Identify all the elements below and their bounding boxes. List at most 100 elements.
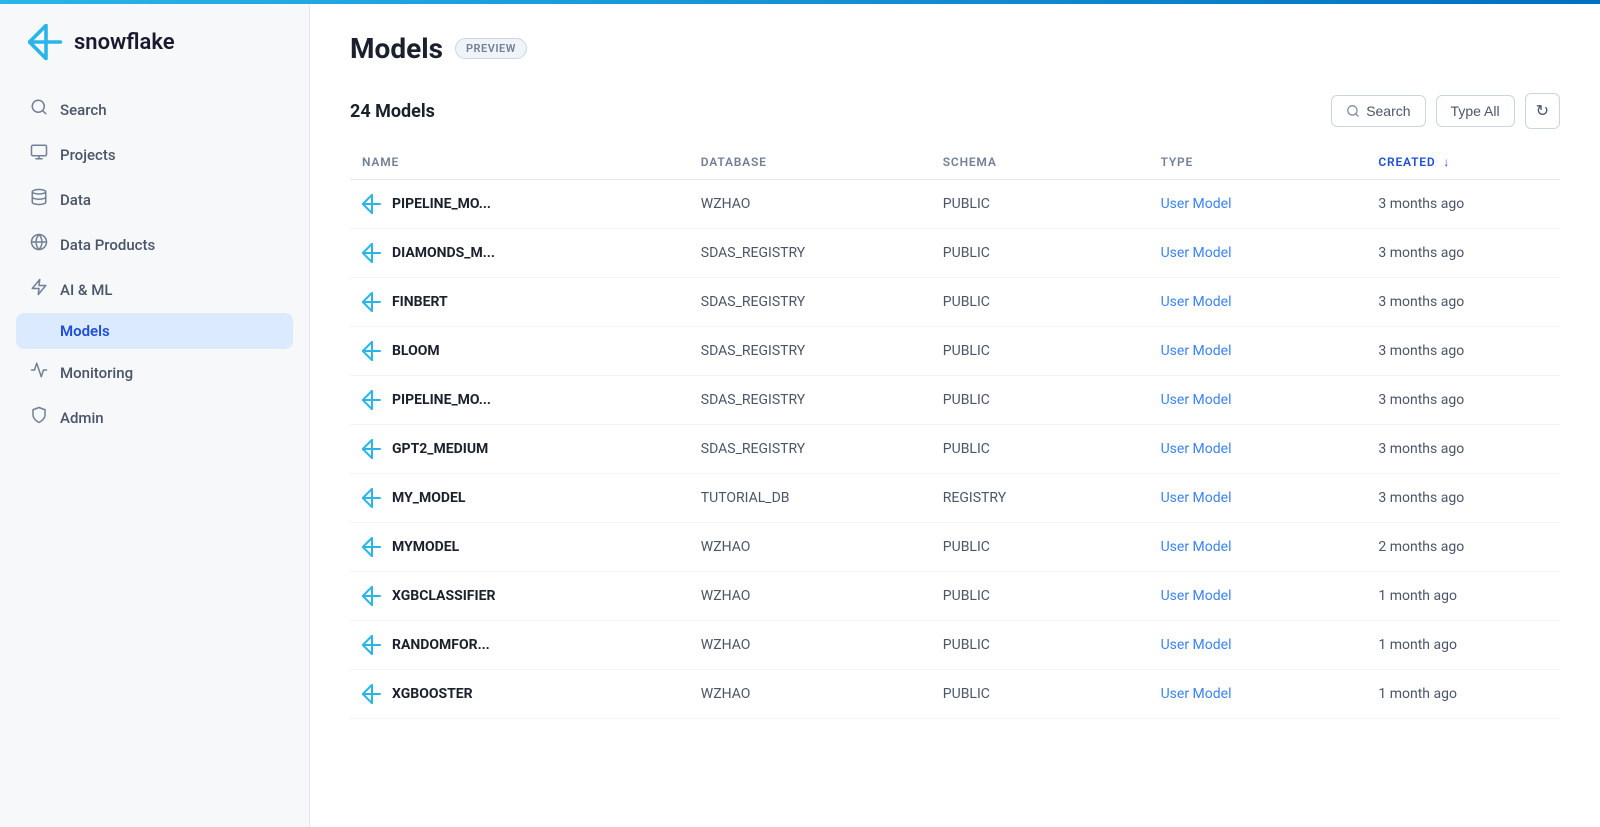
- refresh-button[interactable]: ↻: [1525, 93, 1560, 129]
- model-type-link[interactable]: User Model: [1161, 441, 1232, 457]
- cell-schema: PUBLIC: [931, 327, 1149, 376]
- refresh-icon: ↻: [1536, 101, 1549, 121]
- table-row[interactable]: BLOOM SDAS_REGISTRYPUBLIC User Model 3 mon…: [350, 327, 1560, 376]
- admin-nav-icon: [30, 406, 48, 429]
- sidebar-item-monitoring[interactable]: Monitoring: [16, 351, 293, 394]
- cell-created: 3 months ago: [1366, 229, 1560, 278]
- table-row[interactable]: PIPELINE_MO... SDAS_REGISTRYPUBLIC User M…: [350, 376, 1560, 425]
- table-row[interactable]: MYMODEL WZHAOPUBLICUser Model2 months ag…: [350, 523, 1560, 572]
- model-type-link[interactable]: User Model: [1161, 637, 1232, 653]
- col-database[interactable]: DATABASE: [689, 145, 931, 180]
- cell-name: RANDOMFOR...: [350, 621, 689, 670]
- sidebar-item-admin[interactable]: Admin: [16, 396, 293, 439]
- model-type-link[interactable]: User Model: [1161, 196, 1232, 212]
- cell-name: PIPELINE_MO...: [350, 376, 689, 425]
- cell-type: User Model: [1149, 670, 1367, 719]
- model-type-link[interactable]: User Model: [1161, 539, 1232, 555]
- sidebar-item-ai-ml[interactable]: AI & ML: [16, 268, 293, 311]
- sidebar-item-models[interactable]: Models: [16, 313, 293, 349]
- type-filter-button[interactable]: Type All: [1436, 95, 1515, 127]
- model-name-text[interactable]: BLOOM: [392, 343, 440, 359]
- cell-database: SDAS_REGISTRY: [689, 327, 931, 376]
- monitoring-nav-icon: [30, 361, 48, 384]
- cell-type: User Model: [1149, 523, 1367, 572]
- table-row[interactable]: MY_MODEL TUTORIAL_DBREGISTRYUser Model3 …: [350, 474, 1560, 523]
- cell-schema: PUBLIC: [931, 180, 1149, 229]
- sidebar-item-monitoring-label: Monitoring: [60, 364, 133, 382]
- table-row[interactable]: DIAMONDS_M... SDAS_REGISTRYPUBLICUser Mo…: [350, 229, 1560, 278]
- model-name-text[interactable]: XGBOOSTER: [392, 686, 473, 702]
- cell-created: 3 months ago: [1366, 327, 1560, 376]
- col-name[interactable]: NAME: [350, 145, 689, 180]
- cell-name: XGBCLASSIFIER: [350, 572, 689, 621]
- model-row-icon: [362, 586, 382, 606]
- model-name-text[interactable]: GPT2_MEDIUM: [392, 441, 488, 457]
- model-type-link[interactable]: User Model: [1161, 343, 1232, 359]
- model-name-text[interactable]: XGBCLASSIFIER: [392, 588, 495, 604]
- table-header-row: NAME DATABASE SCHEMA TYPE CREATED ↓: [350, 145, 1560, 180]
- model-name-text[interactable]: PIPELINE_MO...: [392, 196, 491, 212]
- cell-type: User Model: [1149, 425, 1367, 474]
- cell-created: 3 months ago: [1366, 474, 1560, 523]
- col-created[interactable]: CREATED ↓: [1366, 145, 1560, 180]
- model-row-icon: [362, 341, 382, 361]
- cell-type: User Model: [1149, 474, 1367, 523]
- cell-database: WZHAO: [689, 670, 931, 719]
- sidebar-item-search[interactable]: Search: [16, 88, 293, 131]
- model-name-text[interactable]: PIPELINE_MO...: [392, 392, 491, 408]
- cell-schema: PUBLIC: [931, 376, 1149, 425]
- cell-schema: PUBLIC: [931, 278, 1149, 327]
- main-content: Models PREVIEW 24 Models Search Type All…: [310, 0, 1600, 827]
- table-row[interactable]: FINBERT SDAS_REGISTRYPUBLICUser Model3 m…: [350, 278, 1560, 327]
- model-type-link[interactable]: User Model: [1161, 588, 1232, 604]
- cell-schema: PUBLIC: [931, 523, 1149, 572]
- model-row-icon: [362, 243, 382, 263]
- model-type-link[interactable]: User Model: [1161, 490, 1232, 506]
- cell-created: 1 month ago: [1366, 621, 1560, 670]
- model-type-link[interactable]: User Model: [1161, 245, 1232, 261]
- table-row[interactable]: XGBOOSTER WZHAOPUBLICUser Model1 month a…: [350, 670, 1560, 719]
- sidebar: snowflake Search Projects Data Data Pro: [0, 0, 310, 827]
- sidebar-item-data-products[interactable]: Data Products: [16, 223, 293, 266]
- table-row[interactable]: XGBCLASSIFIER WZHAOPUBLICUser Model1 mon…: [350, 572, 1560, 621]
- col-schema[interactable]: SCHEMA: [931, 145, 1149, 180]
- model-name-text[interactable]: MYMODEL: [392, 539, 459, 555]
- model-row-icon: [362, 537, 382, 557]
- logo-area: snowflake: [0, 0, 309, 80]
- models-table: NAME DATABASE SCHEMA TYPE CREATED ↓: [350, 145, 1560, 719]
- table-row[interactable]: RANDOMFOR... WZHAOPUBLICUser Model1 mont…: [350, 621, 1560, 670]
- search-button[interactable]: Search: [1331, 95, 1425, 127]
- model-name-text[interactable]: RANDOMFOR...: [392, 637, 490, 653]
- cell-database: SDAS_REGISTRY: [689, 278, 931, 327]
- cell-name: MY_MODEL: [350, 474, 689, 523]
- model-type-link[interactable]: User Model: [1161, 392, 1232, 408]
- cell-type: User Model: [1149, 572, 1367, 621]
- cell-database: SDAS_REGISTRY: [689, 425, 931, 474]
- table-row[interactable]: GPT2_MEDIUM SDAS_REGISTRYPUBLICUser Mode…: [350, 425, 1560, 474]
- cell-created: 2 months ago: [1366, 523, 1560, 572]
- table-row[interactable]: PIPELINE_MO... WZHAOPUBLICUser Model3 mo…: [350, 180, 1560, 229]
- cell-schema: PUBLIC: [931, 572, 1149, 621]
- sidebar-item-data[interactable]: Data: [16, 178, 293, 221]
- cell-type: User Model: [1149, 327, 1367, 376]
- model-name-text[interactable]: MY_MODEL: [392, 490, 465, 506]
- model-row-icon: [362, 635, 382, 655]
- model-name-text[interactable]: FINBERT: [392, 294, 448, 310]
- col-type[interactable]: TYPE: [1149, 145, 1367, 180]
- model-row-icon: [362, 194, 382, 214]
- model-name-text[interactable]: DIAMONDS_M...: [392, 245, 495, 261]
- cell-database: WZHAO: [689, 621, 931, 670]
- sidebar-item-projects[interactable]: Projects: [16, 133, 293, 176]
- cell-name: PIPELINE_MO...: [350, 180, 689, 229]
- sidebar-item-projects-label: Projects: [60, 146, 116, 164]
- ai-ml-nav-icon: [30, 278, 48, 301]
- cell-name: BLOOM: [350, 327, 689, 376]
- model-type-link[interactable]: User Model: [1161, 294, 1232, 310]
- cell-schema: PUBLIC: [931, 229, 1149, 278]
- cell-database: SDAS_REGISTRY: [689, 376, 931, 425]
- model-row-icon: [362, 684, 382, 704]
- models-count: 24 Models: [350, 101, 435, 122]
- model-type-link[interactable]: User Model: [1161, 686, 1232, 702]
- sidebar-item-admin-label: Admin: [60, 409, 104, 427]
- sidebar-item-data-products-label: Data Products: [60, 236, 155, 254]
